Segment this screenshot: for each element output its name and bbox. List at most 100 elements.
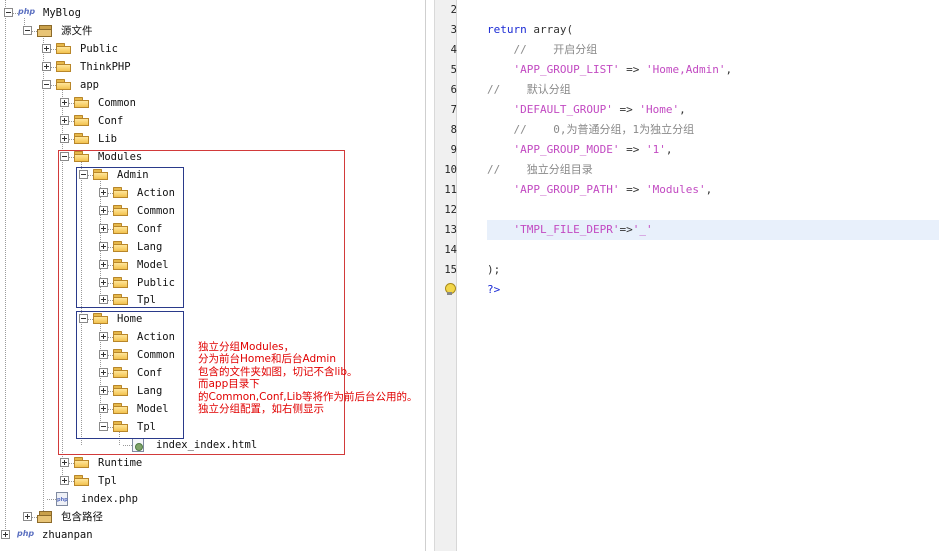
tree-node-include-path[interactable]: 包含路径 [0,508,420,526]
code-line[interactable]: 'DEFAULT_GROUP' => 'Home', [487,100,686,120]
tree-node-label: 包含路径 [61,511,103,523]
code-line[interactable]: 'APP_GROUP_PATH' => 'Modules', [487,180,713,200]
tree-node-thinkphp[interactable]: ThinkPHP [0,58,420,76]
project-tree-panel[interactable]: php MyBlog 源文件 Public ThinkPHP app Common Conf L… [0,0,425,551]
tree-node-source-files[interactable]: 源文件 [0,22,420,40]
line-number: 11 [444,184,457,196]
tree-node-lib[interactable]: Lib [0,130,420,148]
code-token: 'Home' [639,103,680,116]
tree-node-label: app [80,79,99,91]
folder-icon [74,457,89,468]
annotation-line: 的Common,Conf,Lib等将作为前后台公用的。 [198,390,418,403]
code-area[interactable]: return array( // 开启分组 'APP_GROUP_LIST' =… [457,0,939,551]
collapse-icon[interactable] [4,8,13,17]
expand-icon[interactable] [60,116,69,125]
tree-node-app[interactable]: app [0,76,420,94]
line-number: 9 [450,144,457,156]
package-icon [37,511,52,523]
tree-node-project-myblog[interactable]: php MyBlog [0,4,420,22]
code-line[interactable]: 'TMPL_FILE_DEPR'=>'_' [487,220,653,240]
code-token: 'TMPL_FILE_DEPR' [513,223,620,236]
code-token: 'Home,Admin' [645,63,726,76]
code-line[interactable]: // 0,为普通分组，1为独立分组 [487,120,694,140]
code-line[interactable]: // 默认分组 [487,80,571,100]
tree-node-index-php[interactable]: php index.php [0,490,420,508]
folder-icon [74,475,89,486]
tree-node-label: Conf [98,115,124,127]
panel-splitter[interactable] [425,0,435,551]
code-token: // 0,为普通分组，1为独立分组 [487,123,695,136]
code-token: , [725,63,733,76]
code-line[interactable]: 'APP_GROUP_LIST' => 'Home,Admin', [487,60,733,80]
code-line[interactable]: ); [487,260,500,280]
tree-node-label: index.php [81,493,138,505]
tree-node-label: MyBlog [43,7,81,19]
tree-node-tpl[interactable]: Tpl [0,472,420,490]
package-icon [37,25,52,37]
expand-icon[interactable] [1,530,10,539]
line-number: 14 [444,244,457,256]
tree-node-label: zhuanpan [42,529,93,541]
code-token: 'Modules' [645,183,706,196]
tree-node-common[interactable]: Common [0,94,420,112]
code-token: 'APP_GROUP_MODE' [513,143,620,156]
code-editor[interactable]: 2 3 4 5 6 7 8 9 10 11 12 13 14 15 return array( // 开启… [435,0,939,551]
expand-icon[interactable] [42,44,51,53]
code-line[interactable]: return array( [487,20,573,40]
expand-icon[interactable] [23,512,32,521]
line-number-gutter: 2 3 4 5 6 7 8 9 10 11 12 13 14 15 [435,0,457,551]
line-number: 3 [450,24,457,36]
admin-highlight-box [76,167,184,308]
expand-icon[interactable] [60,134,69,143]
tree-node-label: Common [98,97,136,109]
code-line[interactable]: // 独立分组目录 [487,160,593,180]
line-number: 4 [450,44,457,56]
annotation-line: 分为前台Home和后台Admin [198,353,336,366]
code-token: ?> [487,283,501,296]
expand-icon[interactable] [42,62,51,71]
code-token: ); [487,263,501,276]
annotation-note: 独立分组Modules， 分为前台Home和后台Admin 包含的文件夹如图，切记不… [198,341,418,415]
annotation-line: 独立分组Modules， [198,341,295,353]
tree-node-label: 源文件 [61,25,93,37]
hint-bulb-icon[interactable] [444,283,456,296]
code-token: '_' [632,223,653,236]
line-number: 5 [450,64,457,76]
folder-icon [74,115,89,126]
tree-node-public[interactable]: Public [0,40,420,58]
code-token: , [679,103,686,116]
code-line[interactable]: 'APP_GROUP_MODE' => '1', [487,140,673,160]
annotation-line: 包含的文件夹如图，切记不含lib。 [198,365,358,378]
folder-icon [74,133,89,144]
expand-icon[interactable] [60,476,69,485]
expand-icon[interactable] [60,458,69,467]
code-token: , [705,183,713,196]
code-line[interactable]: // 开启分组 [487,40,597,60]
tree-node-project-zhuanpan[interactable]: php zhuanpan [0,526,420,544]
code-token: => [619,183,646,196]
collapse-icon[interactable] [42,80,51,89]
folder-icon [56,61,71,72]
expand-icon[interactable] [60,98,69,107]
line-number: 10 [444,164,457,176]
tree-branch-line [47,499,56,500]
tree-node-label: Runtime [98,457,143,469]
code-token: // 独立分组目录 [487,163,593,176]
tree-node-label: Lib [98,133,117,145]
tree-node-label: Tpl [98,475,117,487]
code-token: , [665,143,673,156]
code-line[interactable]: ?> [487,280,500,300]
code-token: array( [533,23,574,36]
tree-node-runtime[interactable]: Runtime [0,454,420,472]
tree-node-conf[interactable]: Conf [0,112,420,130]
collapse-icon[interactable] [23,26,32,35]
code-token: // 开启分组 [487,43,598,56]
code-token: => [612,103,640,116]
annotation-line: 独立分组配置，如右侧显示 [198,403,324,416]
home-highlight-box [76,311,184,439]
